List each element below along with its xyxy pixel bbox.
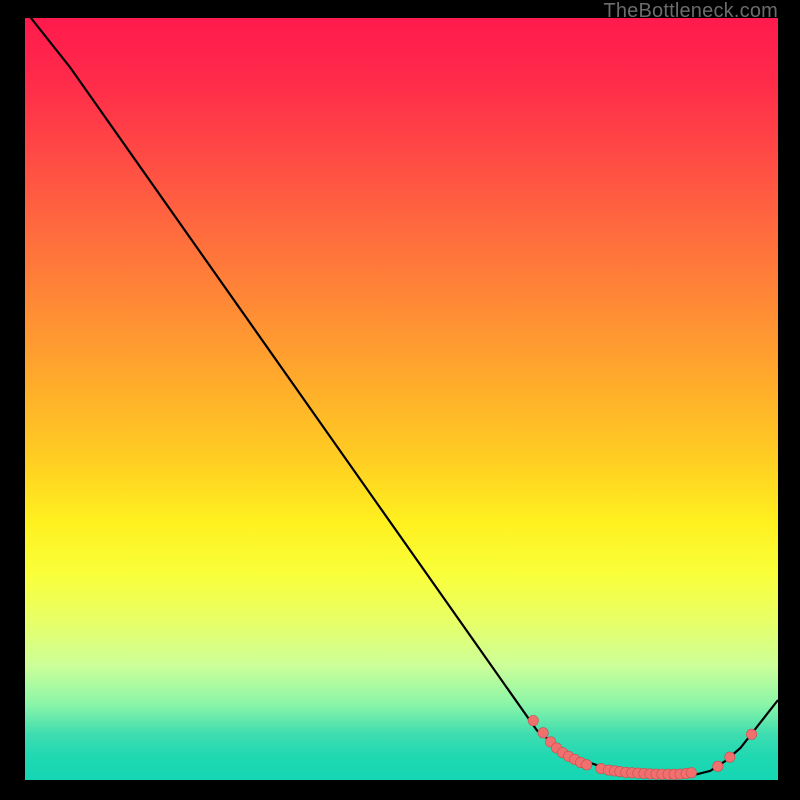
data-curve — [25, 10, 778, 775]
watermark-text: TheBottleneck.com — [603, 0, 778, 23]
data-markers — [528, 715, 757, 779]
data-point — [686, 768, 696, 778]
data-point — [725, 752, 735, 762]
chart-overlay — [25, 18, 778, 780]
data-point — [528, 715, 538, 725]
data-point — [582, 760, 592, 770]
data-point — [713, 761, 723, 771]
chart-stage: TheBottleneck.com — [0, 0, 800, 800]
data-point — [538, 728, 548, 738]
data-point — [746, 729, 756, 739]
